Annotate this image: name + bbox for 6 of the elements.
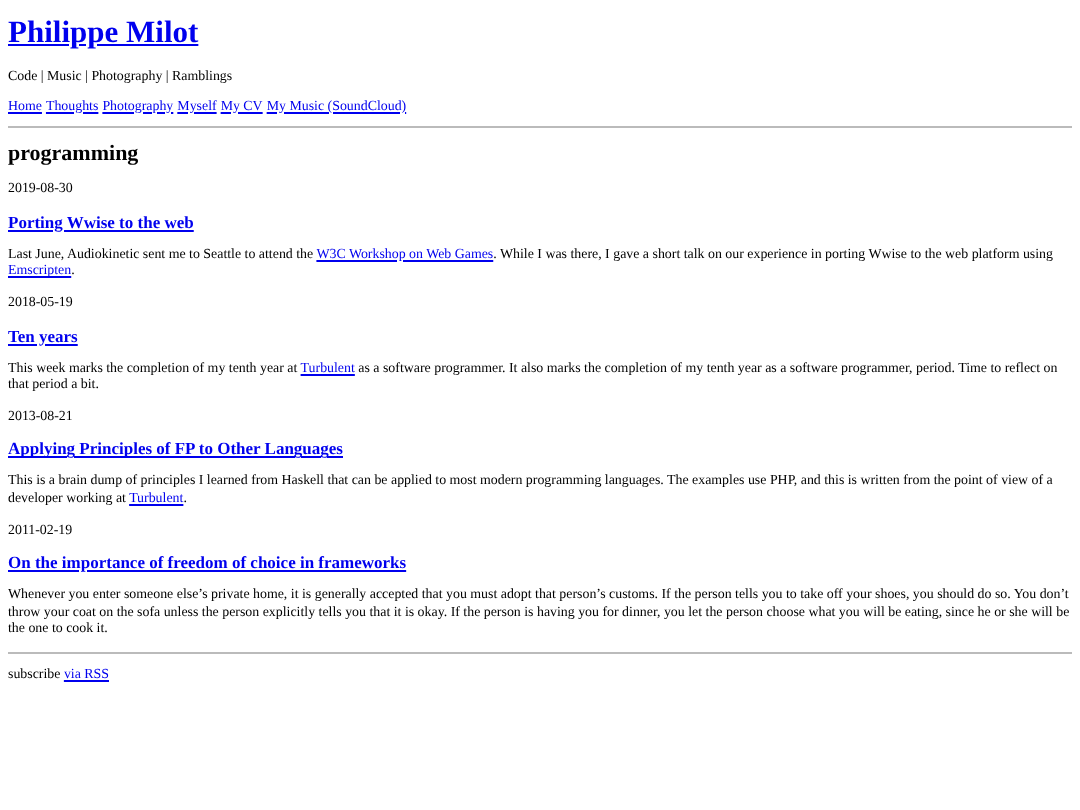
post-title[interactable]: Ten years — [8, 325, 78, 346]
post-title[interactable]: Applying Principles of FP to Other Languages — [8, 438, 343, 459]
category-heading: programming — [8, 142, 141, 169]
post-title[interactable]: Porting Wwise to the web — [8, 211, 194, 232]
post-title[interactable]: On the importance of freedom of choice in frameworks — [8, 552, 407, 573]
site-title[interactable]: Philippe Milot — [8, 16, 199, 52]
